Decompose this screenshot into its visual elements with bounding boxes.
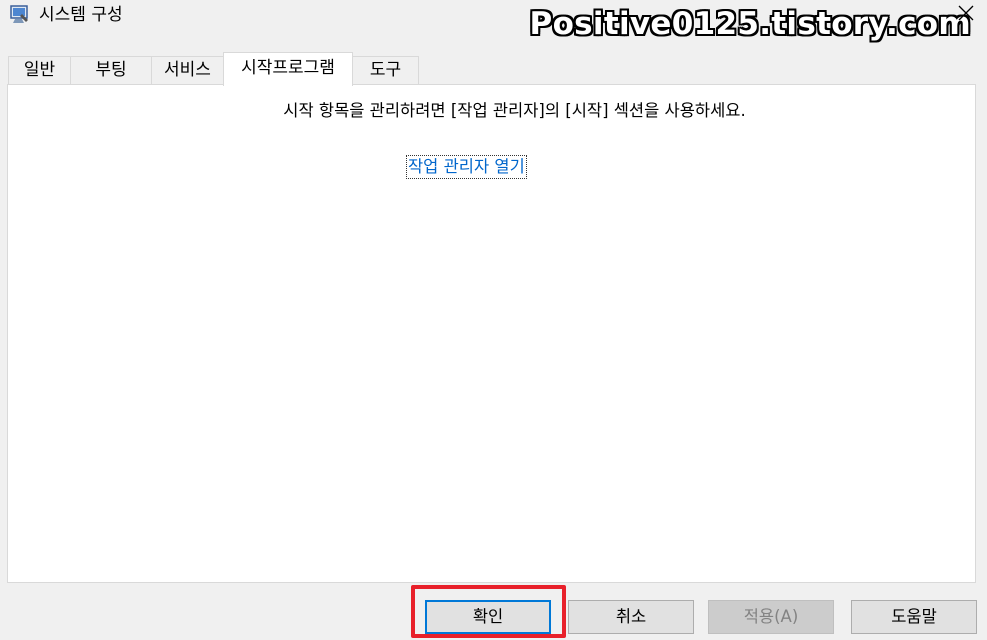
ok-button[interactable]: 확인 — [425, 600, 551, 634]
system-configuration-window: 시스템 구성 Positive0125.tistory.com 일반 부팅 서비… — [0, 0, 987, 640]
system-configuration-icon — [10, 5, 28, 23]
tab-services[interactable]: 서비스 — [151, 56, 224, 85]
open-task-manager-link[interactable]: 작업 관리자 열기 — [406, 155, 527, 179]
startup-instruction: 시작 항목을 관리하려면 [작업 관리자]의 [시작] 섹션을 사용하세요. — [283, 101, 746, 120]
startup-panel: 시작 항목을 관리하려면 [작업 관리자]의 [시작] 섹션을 사용하세요. 작… — [7, 84, 976, 583]
close-icon[interactable] — [957, 4, 975, 22]
cancel-button[interactable]: 취소 — [568, 600, 694, 634]
help-button[interactable]: 도움말 — [851, 600, 977, 634]
window-title: 시스템 구성 — [39, 5, 123, 25]
tab-startup[interactable]: 시작프로그램 — [223, 52, 353, 86]
tab-boot[interactable]: 부팅 — [70, 56, 152, 85]
title-bar[interactable]: 시스템 구성 Positive0125.tistory.com — [0, 0, 987, 42]
tab-general[interactable]: 일반 — [8, 56, 71, 85]
apply-button: 적용(A) — [708, 600, 834, 634]
tab-tools[interactable]: 도구 — [352, 56, 419, 85]
watermark: Positive0125.tistory.com — [529, 6, 971, 42]
